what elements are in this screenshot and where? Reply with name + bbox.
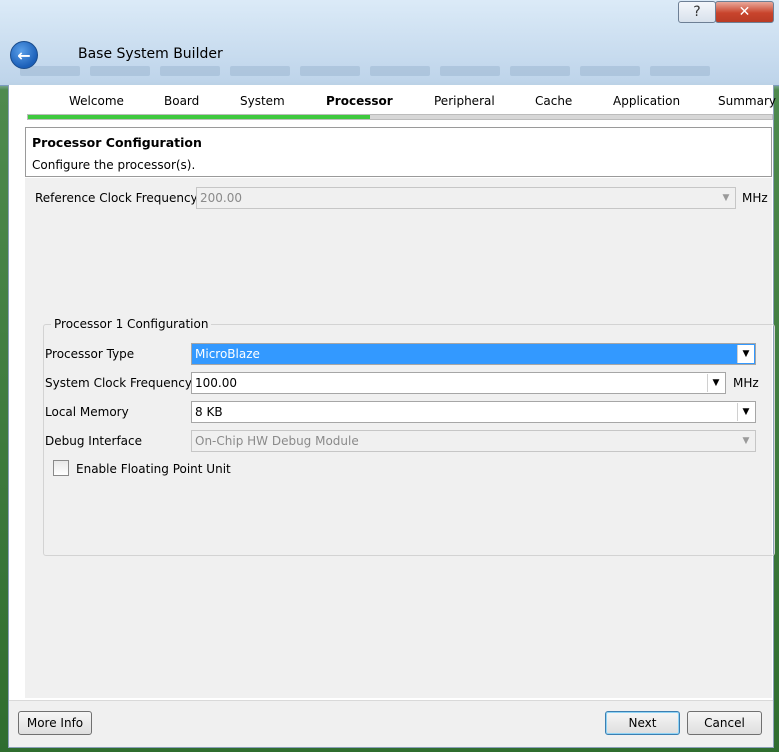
chevron-down-icon: ▼ xyxy=(718,189,734,207)
close-button[interactable]: ✕ xyxy=(715,1,774,23)
chevron-down-icon[interactable]: ▼ xyxy=(737,345,754,363)
ref-clock-value: 200.00 xyxy=(200,191,242,205)
processor-1-group-label: Processor 1 Configuration xyxy=(51,317,212,331)
chevron-down-icon[interactable]: ▼ xyxy=(737,403,754,421)
fpu-label: Enable Floating Point Unit xyxy=(76,462,231,476)
sys-clock-value: 100.00 xyxy=(195,376,237,390)
debug-interface-select: On-Chip HW Debug Module ▼ xyxy=(191,430,756,452)
page-title: Processor Configuration xyxy=(32,135,202,150)
step-welcome[interactable]: Welcome xyxy=(69,94,124,108)
processor-type-select[interactable]: MicroBlaze ▼ xyxy=(191,343,756,365)
debug-interface-value: On-Chip HW Debug Module xyxy=(195,434,359,448)
wizard-steps: Welcome Board System Processor Periphera… xyxy=(9,85,776,113)
local-memory-label: Local Memory xyxy=(45,405,129,419)
ref-clock-select: 200.00 ▼ xyxy=(196,187,736,209)
window-title: Base System Builder xyxy=(78,46,223,62)
step-application[interactable]: Application xyxy=(613,94,680,108)
processor-type-value: MicroBlaze xyxy=(195,347,260,361)
step-peripheral[interactable]: Peripheral xyxy=(434,94,495,108)
step-processor[interactable]: Processor xyxy=(326,94,393,108)
fpu-checkbox[interactable] xyxy=(53,460,69,476)
wizard-footer: More Info Next Cancel xyxy=(9,700,773,747)
sys-clock-unit: MHz xyxy=(733,376,759,390)
ref-clock-label: Reference Clock Frequency xyxy=(35,191,198,205)
more-info-button[interactable]: More Info xyxy=(18,711,92,735)
page-header: Processor Configuration Configure the pr… xyxy=(25,127,772,177)
step-summary[interactable]: Summary xyxy=(718,94,776,108)
wizard-client-area: Welcome Board System Processor Periphera… xyxy=(8,85,776,748)
sys-clock-label: System Clock Frequency xyxy=(45,376,192,390)
cancel-button[interactable]: Cancel xyxy=(687,711,762,735)
ref-clock-unit: MHz xyxy=(742,191,768,205)
chevron-down-icon[interactable]: ▼ xyxy=(707,374,724,392)
debug-interface-label: Debug Interface xyxy=(45,434,143,448)
step-system[interactable]: System xyxy=(240,94,285,108)
chevron-down-icon: ▼ xyxy=(738,432,754,450)
background-ribbon-ghost xyxy=(20,66,760,78)
progress-fill xyxy=(28,115,370,119)
help-button[interactable]: ? xyxy=(678,1,716,23)
step-board[interactable]: Board xyxy=(164,94,199,108)
page-subtitle: Configure the processor(s). xyxy=(32,158,196,172)
sys-clock-select[interactable]: 100.00 ▼ xyxy=(191,372,726,394)
step-cache[interactable]: Cache xyxy=(535,94,572,108)
form-area: Reference Clock Frequency 200.00 ▼ MHz P… xyxy=(25,178,775,698)
next-button[interactable]: Next xyxy=(605,711,680,735)
back-arrow-icon[interactable]: ← xyxy=(10,41,38,69)
wizard-progress-bar xyxy=(27,114,773,120)
local-memory-value: 8 KB xyxy=(195,405,223,419)
local-memory-select[interactable]: 8 KB ▼ xyxy=(191,401,756,423)
title-bar: ← Base System Builder ? ✕ xyxy=(0,0,779,86)
processor-type-label: Processor Type xyxy=(45,347,135,361)
